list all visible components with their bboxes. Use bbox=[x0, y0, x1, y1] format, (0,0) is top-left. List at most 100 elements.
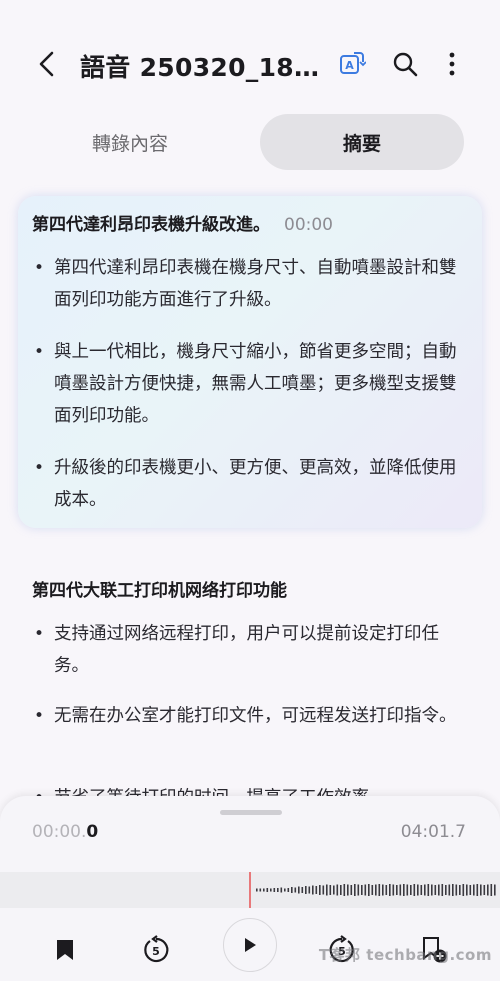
waveform-bar bbox=[399, 884, 402, 896]
waveform-bar bbox=[340, 885, 342, 895]
tab-bar: 轉錄內容 摘要 bbox=[22, 114, 464, 170]
waveform-bar bbox=[375, 884, 377, 896]
waveform-bar bbox=[410, 885, 412, 895]
back-button[interactable] bbox=[30, 46, 64, 82]
waveform-bar bbox=[487, 884, 489, 896]
waveform-bar bbox=[326, 884, 328, 896]
waveform-bar bbox=[319, 885, 321, 895]
search-button[interactable] bbox=[387, 46, 423, 82]
waveform-bar bbox=[406, 884, 409, 896]
waveform-bar bbox=[417, 884, 419, 896]
waveform-bar bbox=[455, 884, 458, 896]
waveform-bar bbox=[343, 884, 346, 896]
more-vertical-icon bbox=[449, 52, 455, 76]
bookmark-icon bbox=[57, 940, 73, 960]
waveform-bar bbox=[459, 885, 461, 895]
waveform-bar bbox=[469, 885, 472, 895]
total-time: 04:01.7 bbox=[400, 822, 466, 842]
waveform-bar bbox=[333, 885, 335, 895]
waveform-bar bbox=[431, 884, 433, 896]
waveform-bar bbox=[270, 888, 272, 892]
translate-icon: A bbox=[340, 52, 366, 74]
waveform-bar bbox=[466, 884, 468, 896]
tab-transcript[interactable]: 轉錄內容 bbox=[22, 114, 238, 170]
waveform-bar bbox=[445, 885, 447, 895]
waveform-bar bbox=[403, 884, 405, 896]
waveform-bar bbox=[259, 888, 262, 892]
waveform-bar bbox=[263, 888, 265, 892]
chevron-left-icon bbox=[39, 51, 54, 77]
waveform-bar bbox=[354, 884, 356, 896]
waveform-bar bbox=[480, 884, 482, 896]
tab-summary[interactable]: 摘要 bbox=[260, 114, 464, 170]
waveform-bar bbox=[284, 888, 286, 892]
waveform-bar bbox=[368, 884, 370, 896]
translate-button[interactable]: A bbox=[334, 46, 370, 82]
waveform-bar bbox=[266, 888, 269, 892]
waveform-bar bbox=[308, 886, 311, 894]
waveform-bar bbox=[305, 886, 307, 894]
waveform-bar bbox=[427, 884, 430, 896]
waveform-bar bbox=[312, 885, 314, 895]
summary-bullet: 无需在办公室才能打印文件，可远程发送打印指令。 bbox=[28, 700, 466, 732]
section-timestamp[interactable]: 00:00 bbox=[284, 215, 333, 235]
waveform-bar bbox=[315, 886, 318, 894]
waveform-bar bbox=[462, 884, 465, 896]
playhead[interactable] bbox=[249, 872, 251, 908]
waveform-bar bbox=[347, 884, 349, 896]
waveform-bar bbox=[413, 884, 416, 896]
waveform-bar bbox=[350, 885, 353, 895]
waveform-bar bbox=[301, 887, 304, 893]
waveform-bar bbox=[287, 888, 290, 892]
waveform-bar bbox=[336, 884, 339, 896]
section-title: 第四代達利昂印表機升級改進。 bbox=[32, 215, 270, 235]
summary-bullet: 第四代達利昂印表機在機身尺寸、自動噴墨設計和雙面列印功能方面進行了升級。 bbox=[28, 252, 466, 316]
waveform-bar bbox=[298, 886, 300, 894]
waveform-bar bbox=[294, 887, 297, 893]
waveform-bar bbox=[476, 884, 479, 896]
drag-handle[interactable] bbox=[220, 810, 282, 815]
svg-text:A: A bbox=[345, 59, 354, 72]
waveform-bar bbox=[322, 885, 325, 895]
rewind-button[interactable]: 5 bbox=[136, 930, 176, 970]
waveform-bar bbox=[448, 884, 451, 896]
page-title: 語音 250320_182… bbox=[80, 53, 330, 82]
waveform-bar bbox=[277, 888, 279, 892]
rewind-5-icon: 5 bbox=[144, 935, 169, 963]
waveform-bar bbox=[441, 884, 444, 896]
summary-bullet: 支持通过网络远程打印，用户可以提前设定打印任务。 bbox=[28, 618, 466, 682]
watermark-logo: T客邦 techbang.com bbox=[318, 946, 492, 964]
waveform-scrubber[interactable] bbox=[0, 872, 500, 908]
waveform-bar bbox=[329, 885, 332, 895]
waveform-bar bbox=[291, 887, 293, 893]
search-icon bbox=[393, 52, 418, 77]
waveform-bar bbox=[364, 884, 367, 896]
more-options-button[interactable] bbox=[434, 46, 470, 82]
section-header: 第四代達利昂印表機升級改進。 00:00 bbox=[32, 210, 333, 235]
bookmark-button[interactable] bbox=[45, 930, 85, 970]
summary-bullet: 與上一代相比，機身尺寸縮小，節省更多空間；自動噴墨設計方便快捷，無需人工噴墨；更… bbox=[28, 336, 466, 432]
waveform-bar bbox=[438, 884, 440, 896]
waveform-bar bbox=[424, 884, 426, 896]
waveform-bar bbox=[371, 885, 374, 895]
waveform-bar bbox=[382, 884, 384, 896]
waveform-bar bbox=[483, 885, 486, 895]
waveform-bar bbox=[452, 884, 454, 896]
waveform-bar bbox=[273, 888, 276, 892]
waveform-bar bbox=[256, 888, 258, 892]
waveform-bar bbox=[396, 885, 398, 895]
waveform-bar bbox=[434, 885, 437, 895]
waveform-bar bbox=[392, 884, 395, 896]
waveform-bar bbox=[473, 884, 475, 896]
play-button[interactable] bbox=[223, 918, 277, 972]
waveform-bar bbox=[357, 884, 360, 896]
waveform-bar bbox=[385, 885, 388, 895]
waveform-bar bbox=[378, 884, 381, 896]
svg-text:5: 5 bbox=[152, 945, 160, 958]
play-icon bbox=[245, 938, 256, 952]
waveform-bar bbox=[361, 885, 363, 895]
section-title: 第四代大联工打印机网络打印功能 bbox=[32, 581, 287, 601]
waveform-bar bbox=[490, 884, 493, 896]
waveform-bar bbox=[389, 884, 391, 896]
waveform-bar bbox=[494, 884, 496, 896]
